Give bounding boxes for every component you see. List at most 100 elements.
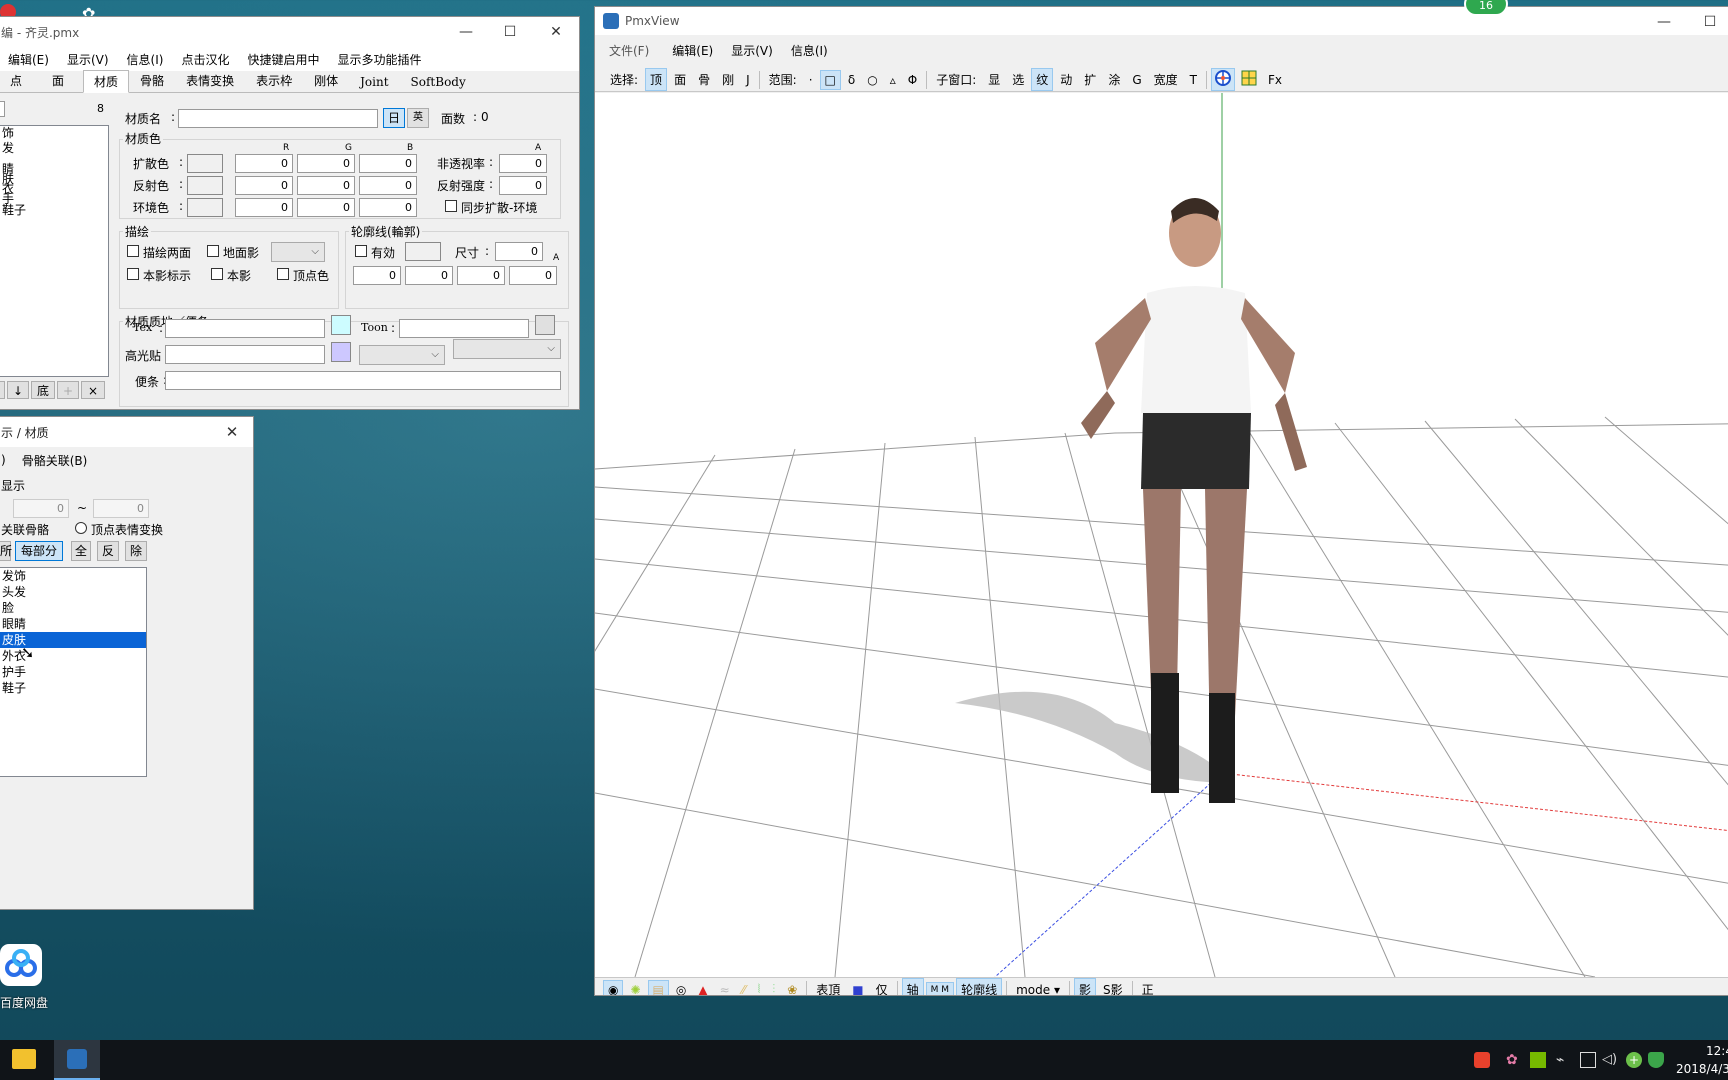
menu-edit[interactable]: 编辑(E) [663, 42, 722, 59]
gizmo-toggle-icon[interactable] [1211, 68, 1235, 91]
edge-size-input[interactable]: 0 [495, 242, 543, 261]
list-item[interactable]: 头发 [0, 584, 146, 600]
specular-g[interactable]: 0 [297, 176, 355, 195]
minimize-icon[interactable]: — [443, 17, 489, 47]
toon-browse-button[interactable] [535, 315, 555, 335]
subwindow-g-button[interactable]: G [1127, 70, 1146, 90]
clock-time[interactable]: 12:4 [1706, 1044, 1728, 1058]
edge-r[interactable]: 0 [353, 266, 401, 285]
menu-info[interactable]: 信息(I) [118, 51, 173, 68]
texture-icon[interactable]: ▤ [647, 979, 669, 995]
lang-jp-button[interactable]: 日 [383, 108, 405, 128]
select-rigidbody-button[interactable]: 刚 [717, 68, 739, 91]
material-item[interactable]: 衣 [0, 183, 108, 195]
lang-en-button[interactable]: 英 [407, 108, 429, 128]
select-bone-button[interactable]: 骨 [693, 68, 715, 91]
material-item[interactable]: 睛 [0, 163, 108, 175]
flower-tray-icon[interactable]: ✿ [1506, 1052, 1522, 1068]
invert-button[interactable]: 反 [97, 541, 119, 561]
axis-button[interactable]: 轴 [901, 978, 924, 995]
move-down-button[interactable]: ↓ [7, 381, 29, 399]
pmx-taskbar-button[interactable] [54, 1040, 100, 1080]
add-material-button[interactable]: + [57, 381, 79, 399]
subwindow-expand-button[interactable]: 扩 [1079, 68, 1101, 91]
ground-shadow-checkbox[interactable] [207, 245, 219, 257]
volume-icon[interactable]: ◁) [1602, 1052, 1618, 1068]
tex-browse-button[interactable] [331, 315, 351, 335]
pmxview-titlebar[interactable]: PmxView — ☐ [595, 7, 1728, 35]
menu-morph-fragment[interactable]: ) [0, 453, 8, 467]
list-item[interactable]: 护手 [0, 664, 146, 680]
tab-morph[interactable]: 表情变换 [175, 69, 245, 92]
baidu-netdisk-shortcut[interactable]: 百度网盘 [0, 944, 48, 1010]
close-icon[interactable]: ✕ [533, 17, 579, 47]
menu-edit[interactable]: 编辑(E) [0, 51, 58, 68]
each-part-button[interactable]: 每部分 [15, 541, 63, 561]
display-icon[interactable] [1580, 1052, 1596, 1068]
menu-plugins[interactable]: 显示多功能插件 [328, 51, 430, 68]
material-item[interactable]: 鞋子 [0, 204, 108, 216]
range-triangle-button[interactable]: ▵ [885, 70, 901, 90]
sogou-ime-icon[interactable] [1474, 1052, 1490, 1068]
opacity-input[interactable]: 0 [499, 154, 547, 173]
toon-input[interactable] [399, 319, 529, 338]
edge-icon[interactable]: ⁄⁄ [737, 980, 751, 996]
sync-checkbox[interactable] [445, 200, 457, 212]
normal-icon[interactable]: ▲ [693, 980, 712, 996]
move-bottom-button[interactable]: 底 [31, 381, 55, 399]
edge-color-swatch[interactable] [405, 242, 441, 261]
range-rect-button[interactable]: □ [819, 69, 841, 90]
range-circle-button[interactable]: ○ [862, 70, 882, 90]
physics-icon[interactable]: ❀ [782, 980, 802, 996]
shadow-button[interactable]: 影 [1073, 978, 1096, 995]
radio-bone-label[interactable]: 关联骨骼 [1, 521, 49, 538]
menu-view[interactable]: 显示(V) [58, 51, 118, 68]
tex-input[interactable] [165, 319, 325, 338]
all-mode-button[interactable]: 所 [0, 541, 12, 561]
front-view-button[interactable]: 正 [1137, 978, 1159, 995]
close-icon[interactable]: ✕ [209, 417, 253, 447]
maximize-icon[interactable]: ☐ [1687, 7, 1728, 37]
edge-line-button[interactable]: 轮廓线 [956, 978, 1003, 995]
point-icon[interactable]: ◎ [671, 980, 691, 996]
bone-end-icon[interactable]: ⫶ [767, 979, 780, 995]
diffuse-g[interactable]: 0 [297, 154, 355, 173]
nvidia-icon[interactable] [1530, 1052, 1546, 1068]
delete-material-button[interactable]: × [81, 381, 105, 399]
material-item[interactable]: 肤 [0, 173, 108, 185]
color-pick-icon[interactable]: ■ [847, 980, 868, 996]
specular-r[interactable]: 0 [235, 176, 293, 195]
sphere-input[interactable] [165, 345, 325, 364]
edge-b[interactable]: 0 [457, 266, 505, 285]
menu-info[interactable]: 信息(I) [782, 42, 837, 59]
radio-vertex-morph[interactable] [75, 522, 87, 534]
list-item[interactable]: 眼睛 [0, 616, 146, 632]
menu-localize[interactable]: 点击汉化 [172, 51, 238, 68]
mmd-icon[interactable]: M M [925, 981, 955, 995]
draw-mode-select[interactable]: ⌵ [271, 242, 325, 262]
move-bottom-arrow-button[interactable] [0, 381, 5, 399]
fx-button[interactable]: Fx [1263, 70, 1287, 90]
minimize-icon[interactable]: — [1641, 7, 1687, 37]
subwindow-paint-button[interactable]: 涂 [1103, 68, 1125, 91]
select-all-button[interactable]: 全 [71, 541, 91, 561]
memo-input[interactable] [165, 371, 561, 390]
security-shield-icon[interactable] [1648, 1052, 1664, 1068]
morph-titlebar[interactable]: 示 / 材质 ✕ [0, 417, 253, 447]
range-phi-button[interactable]: Φ [903, 70, 922, 90]
vertex-display-icon[interactable]: ◉ [603, 979, 624, 995]
select-face-button[interactable]: 面 [669, 68, 691, 91]
self-shadow-map-checkbox[interactable] [127, 268, 139, 280]
ambient-b[interactable]: 0 [359, 198, 417, 217]
specular-swatch[interactable] [187, 176, 223, 195]
tab-material[interactable]: 材质 [83, 70, 130, 93]
edge-g[interactable]: 0 [405, 266, 453, 285]
tab-vertex[interactable]: 点 [0, 69, 33, 92]
tab-joint[interactable]: Joint [349, 72, 399, 92]
tab-face[interactable]: 面 [33, 69, 83, 92]
subwindow-width-button[interactable]: 宽度 [1149, 68, 1183, 91]
range-delta-button[interactable]: δ [843, 70, 860, 90]
notification-badge[interactable]: 16 [1464, 0, 1508, 16]
ambient-swatch[interactable] [187, 198, 223, 217]
face-vertex-button[interactable]: 表頂 [811, 978, 845, 995]
